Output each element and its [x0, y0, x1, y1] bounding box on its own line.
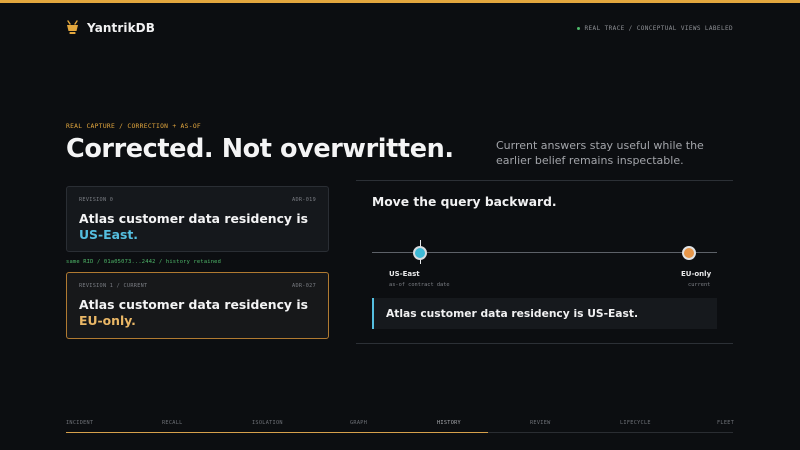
- revision-statement: Atlas customer data residency is EU-only…: [79, 297, 316, 329]
- panel-divider-bottom: [356, 343, 733, 344]
- brand-name: YantrikDB: [87, 20, 155, 35]
- timeline-label-current: EU-only: [681, 270, 712, 278]
- residency-value: EU-only.: [79, 313, 136, 328]
- adr-id: ADR-027: [292, 283, 316, 289]
- statement-prefix: Atlas customer data residency is: [79, 297, 308, 312]
- timeline-label-past: US-East: [389, 270, 420, 278]
- page-title: Corrected. Not overwritten.: [66, 134, 454, 164]
- timeline-node-past[interactable]: [413, 246, 427, 260]
- tab-incident[interactable]: INCIDENT: [66, 420, 93, 426]
- query-answer: Atlas customer data residency is US-East…: [372, 298, 717, 329]
- status-dot-icon: [576, 27, 580, 30]
- section-eyebrow: REAL CAPTURE / CORRECTION + AS-OF: [66, 123, 202, 130]
- revision-label: REVISION 0: [79, 197, 114, 203]
- timeline-sublabel-past: as-of contract date: [389, 282, 450, 288]
- query-panel-title: Move the query backward.: [372, 195, 557, 209]
- revision-meta: REVISION 1 / CURRENT ADR-027: [79, 283, 316, 289]
- residency-value: US-East.: [79, 227, 138, 242]
- brand[interactable]: YantrikDB: [66, 20, 155, 35]
- nav-progress-track: [66, 432, 733, 433]
- query-answer-text: Atlas customer data residency is US-East…: [386, 307, 639, 320]
- trace-status-text: REAL TRACE / CONCEPTUAL VIEWS LABELED: [584, 25, 733, 32]
- revision-statement: Atlas customer data residency is US-East…: [79, 211, 316, 243]
- accent-top-bar: [0, 0, 800, 3]
- tab-review[interactable]: REVIEW: [530, 420, 551, 426]
- adr-id: ADR-019: [292, 197, 316, 203]
- tab-history[interactable]: HISTORY: [437, 420, 461, 426]
- nav-progress-fill: [66, 432, 488, 433]
- tab-fleet[interactable]: FLEET: [717, 420, 734, 426]
- revision-card-old[interactable]: REVISION 0 ADR-019 Atlas customer data r…: [66, 186, 329, 252]
- revision-card-current[interactable]: REVISION 1 / CURRENT ADR-027 Atlas custo…: [66, 272, 329, 339]
- statement-prefix: Atlas customer data residency is: [79, 211, 308, 226]
- rid-history-note: same RID / 01a05073...2442 / history ret…: [66, 259, 222, 265]
- timeline-node-current[interactable]: [682, 246, 696, 260]
- trace-status: REAL TRACE / CONCEPTUAL VIEWS LABELED: [576, 25, 733, 32]
- tab-isolation[interactable]: ISOLATION: [252, 420, 283, 426]
- tab-lifecycle[interactable]: LIFECYCLE: [620, 420, 651, 426]
- revision-label: REVISION 1 / CURRENT: [79, 283, 148, 289]
- tab-graph[interactable]: GRAPH: [350, 420, 367, 426]
- tab-recall[interactable]: RECALL: [162, 420, 183, 426]
- bowl-logo-icon: [67, 20, 78, 34]
- page-subtitle: Current answers stay useful while the ea…: [496, 139, 704, 167]
- panel-divider-top: [356, 180, 733, 181]
- timeline-sublabel-current: current: [688, 282, 711, 288]
- revision-meta: REVISION 0 ADR-019: [79, 197, 316, 203]
